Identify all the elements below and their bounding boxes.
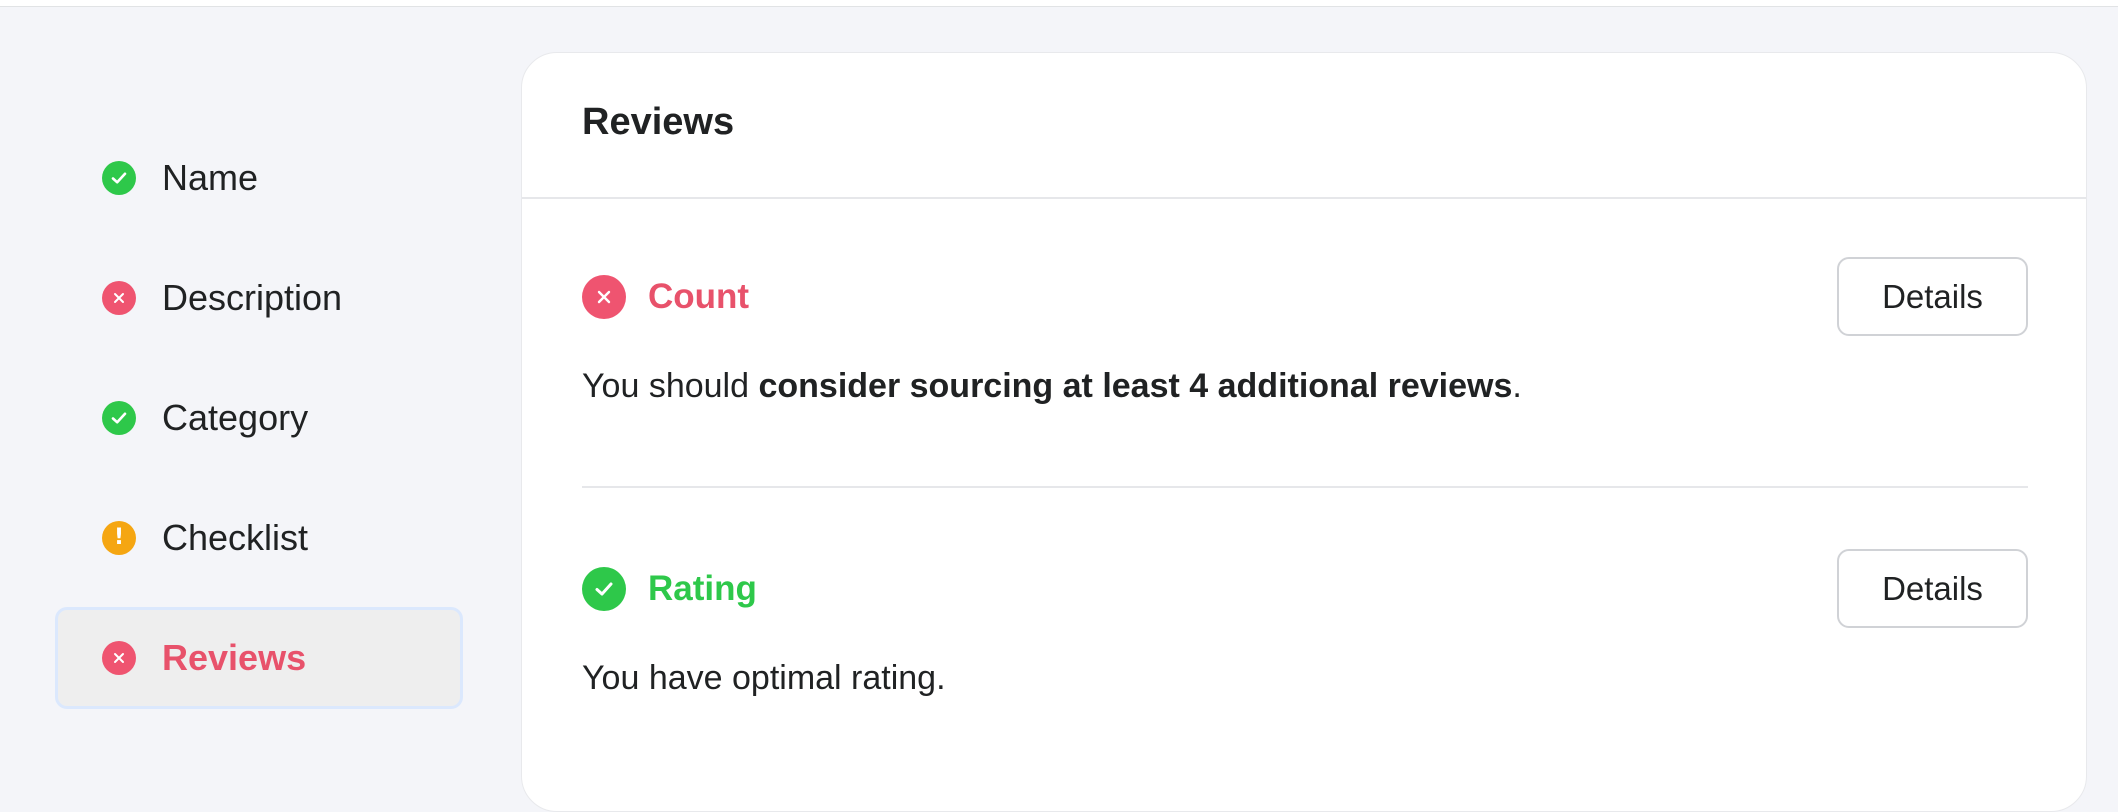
sidebar-item-label: Reviews	[162, 637, 307, 678]
divider	[582, 486, 2028, 488]
sidebar-item-label: Category	[162, 397, 309, 438]
section-message: You have optimal rating.	[582, 659, 946, 697]
sidebar-item-label: Checklist	[162, 517, 309, 558]
message-text: You should	[582, 367, 759, 405]
section-header: Count	[582, 257, 2028, 337]
sidebar-item-description[interactable]: Description	[55, 247, 463, 349]
sidebar-item-reviews[interactable]: Reviews	[55, 607, 463, 709]
page-title: Reviews	[582, 101, 735, 143]
x-circle-icon	[102, 281, 136, 315]
sidebar-item-label: Name	[162, 157, 259, 198]
sidebar-item-name[interactable]: Name	[55, 127, 463, 229]
message-emphasis: consider sourcing at least 4 additional …	[758, 367, 1513, 405]
divider	[522, 197, 2086, 199]
x-circle-icon	[102, 641, 136, 675]
sidebar: Name Description Category ! Checklist Re…	[55, 127, 465, 727]
details-button[interactable]: Details	[1837, 549, 2028, 628]
sidebar-item-category[interactable]: Category	[55, 367, 463, 469]
reviews-card: Reviews Count Details You should conside…	[521, 52, 2087, 812]
check-circle-icon	[582, 567, 626, 611]
section-header: Rating	[582, 549, 2028, 629]
message-text: .	[1512, 367, 1522, 405]
rating-section: Rating Details You have optimal rating.	[582, 549, 2028, 698]
exclamation-circle-icon: !	[102, 521, 136, 555]
sidebar-item-checklist[interactable]: ! Checklist	[55, 487, 463, 589]
details-button[interactable]: Details	[1837, 257, 2028, 336]
check-circle-icon	[102, 401, 136, 435]
section-title: Rating	[648, 569, 757, 608]
x-circle-icon	[582, 275, 626, 319]
section-title: Count	[648, 277, 750, 316]
check-circle-icon	[102, 161, 136, 195]
top-bar	[0, 0, 2118, 7]
section-message: You should consider sourcing at least 4 …	[582, 367, 2028, 406]
sidebar-item-label: Description	[162, 277, 343, 318]
count-section: Count Details You should consider sourci…	[582, 257, 2028, 406]
